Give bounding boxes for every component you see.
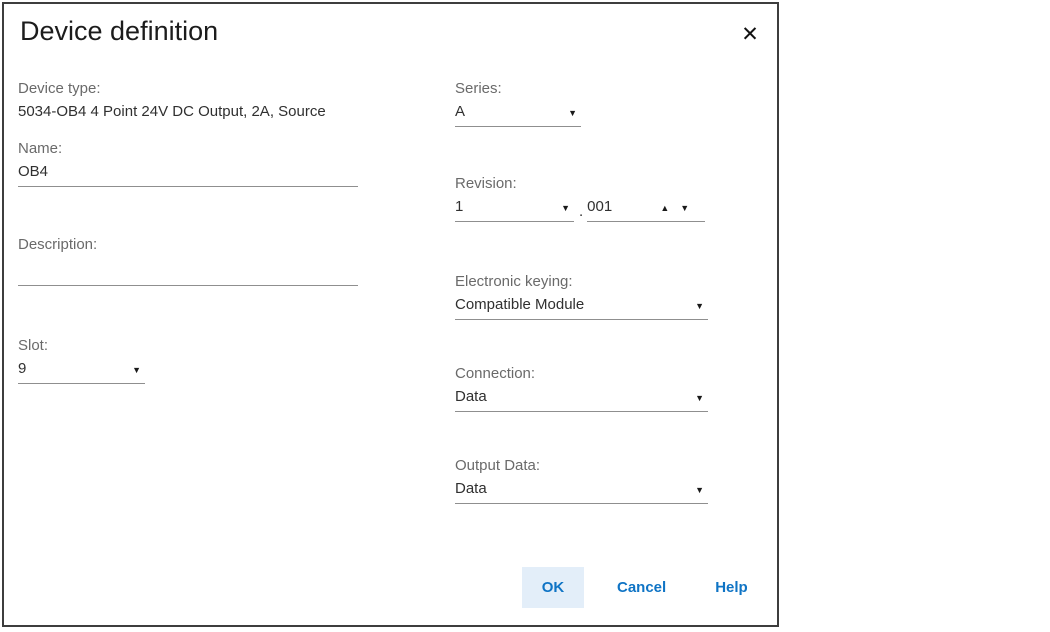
field-output-data: Output Data: Data ▼: [455, 455, 708, 504]
slot-value: 9: [18, 360, 26, 377]
connection-label: Connection:: [455, 363, 708, 385]
name-label: Name:: [18, 138, 358, 160]
close-button[interactable]: ✕: [736, 20, 764, 48]
series-dropdown[interactable]: A ▼: [455, 100, 581, 127]
output-data-value: Data: [455, 480, 487, 497]
revision-major-value: 1: [455, 198, 463, 215]
revision-major-dropdown[interactable]: 1 ▼: [455, 195, 574, 222]
field-series: Series: A ▼: [455, 78, 581, 127]
electronic-keying-label: Electronic keying:: [455, 271, 708, 293]
connection-dropdown[interactable]: Data ▼: [455, 385, 708, 412]
caret-up-icon[interactable]: ▲: [660, 204, 669, 213]
output-data-dropdown[interactable]: Data ▼: [455, 477, 708, 504]
field-connection: Connection: Data ▼: [455, 363, 708, 412]
caret-down-icon: ▼: [695, 302, 704, 311]
revision-minor-value: 001: [587, 198, 612, 215]
ok-button[interactable]: OK: [522, 567, 584, 608]
name-input[interactable]: OB4: [18, 160, 358, 187]
field-device-type: Device type: 5034-OB4 4 Point 24V DC Out…: [18, 78, 378, 126]
caret-down-icon: ▼: [568, 109, 577, 118]
slot-label: Slot:: [18, 335, 145, 357]
caret-down-icon: ▼: [695, 394, 704, 403]
series-label: Series:: [455, 78, 581, 100]
dialog-button-row: OK Cancel Help: [522, 567, 748, 608]
page-title: Device definition: [20, 16, 218, 47]
revision-minor-spinner[interactable]: 001 ▲ ▼: [587, 195, 705, 222]
caret-down-icon: ▼: [695, 486, 704, 495]
spinner-arrows: ▲ ▼: [660, 204, 689, 213]
field-electronic-keying: Electronic keying: Compatible Module ▼: [455, 271, 708, 320]
field-slot: Slot: 9 ▼: [18, 335, 145, 384]
revision-label: Revision:: [455, 173, 705, 195]
electronic-keying-value: Compatible Module: [455, 296, 584, 313]
connection-value: Data: [455, 388, 487, 405]
field-name: Name: OB4: [18, 138, 358, 187]
device-type-value: 5034-OB4 4 Point 24V DC Output, 2A, Sour…: [18, 100, 378, 126]
description-label: Description:: [18, 234, 358, 256]
device-definition-dialog: Device definition ✕ Device type: 5034-OB…: [2, 2, 779, 627]
cancel-button[interactable]: Cancel: [617, 579, 666, 596]
close-icon: ✕: [741, 22, 759, 47]
help-button[interactable]: Help: [715, 579, 748, 596]
device-type-label: Device type:: [18, 78, 378, 100]
field-description: Description:: [18, 234, 358, 286]
field-revision: Revision: 1 ▼ . 001 ▲ ▼: [455, 173, 705, 222]
series-value: A: [455, 103, 465, 120]
description-input[interactable]: [18, 256, 358, 286]
caret-down-icon[interactable]: ▼: [680, 204, 689, 213]
caret-down-icon: ▼: [132, 366, 141, 375]
revision-separator: .: [574, 203, 587, 222]
electronic-keying-dropdown[interactable]: Compatible Module ▼: [455, 293, 708, 320]
caret-down-icon: ▼: [561, 204, 570, 213]
slot-dropdown[interactable]: 9 ▼: [18, 357, 145, 384]
output-data-label: Output Data:: [455, 455, 708, 477]
